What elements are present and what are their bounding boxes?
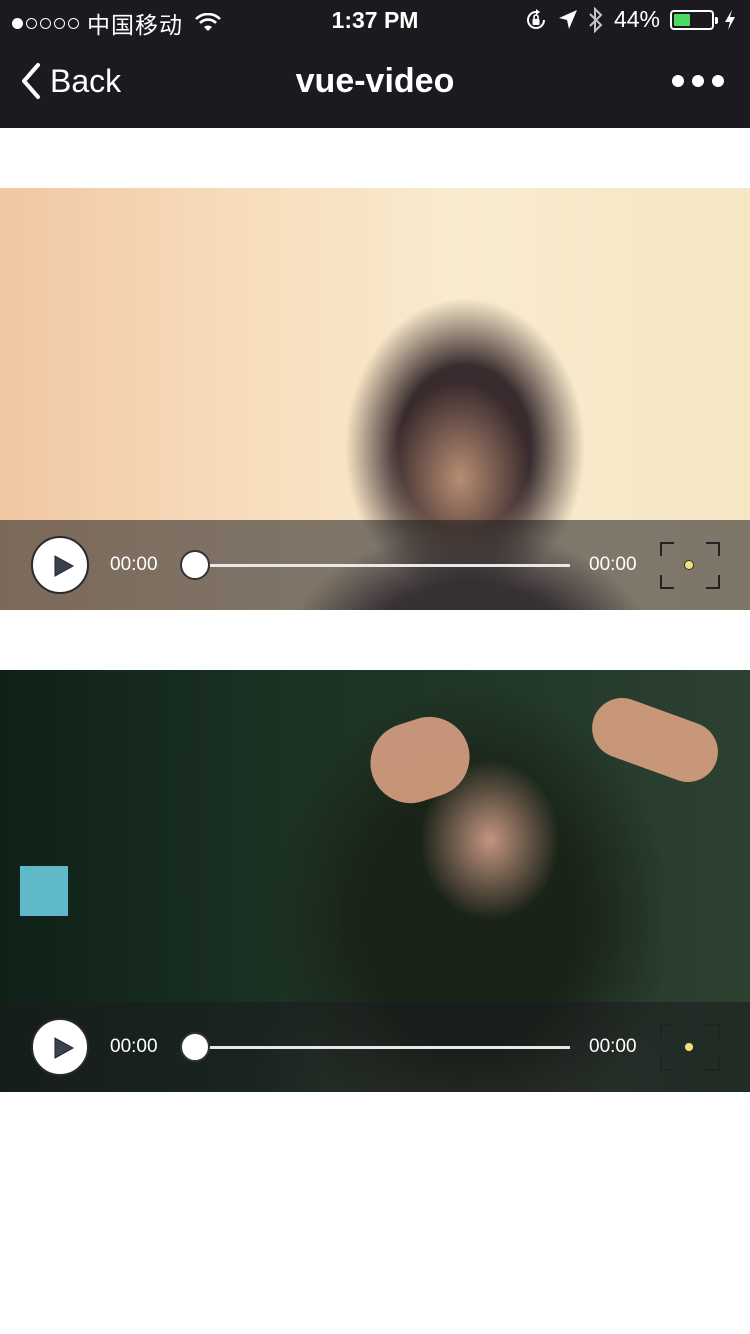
current-time: 00:00 (110, 1036, 158, 1057)
fullscreen-corner (660, 1024, 674, 1038)
bluetooth-icon (589, 6, 603, 33)
fullscreen-button[interactable] (660, 1024, 720, 1071)
navigation-bar: Back vue-video (0, 40, 750, 128)
ellipsis-dot (712, 75, 724, 87)
ellipsis-dot (692, 75, 704, 87)
page-title: vue-video (295, 62, 455, 100)
video-controls: 00:00 00:00 (0, 1002, 750, 1092)
progress-thumb[interactable] (180, 1032, 210, 1062)
location-arrow-icon (558, 9, 577, 29)
fullscreen-icon (684, 560, 694, 570)
video-player-1[interactable]: 00:00 00:00 (0, 188, 750, 610)
fullscreen-corner (706, 575, 720, 589)
video-controls: 00:00 00:00 (0, 520, 750, 610)
play-button[interactable] (31, 1018, 89, 1076)
duration: 00:00 (589, 554, 637, 575)
battery-percent: 44% (613, 6, 660, 32)
top-bar: 中国移动 1:37 PM 44% Back vue-video (0, 0, 750, 128)
fullscreen-button[interactable] (660, 542, 720, 589)
video-player-2[interactable]: 00:00 00:00 (0, 670, 750, 1092)
battery-icon (670, 9, 718, 30)
background-screen (20, 866, 68, 916)
fullscreen-corner (660, 1057, 674, 1071)
fullscreen-corner (660, 575, 674, 589)
orientation-lock-icon (526, 8, 545, 29)
progress-track[interactable] (195, 564, 570, 567)
progress-track[interactable] (195, 1046, 570, 1049)
play-icon (54, 1037, 75, 1059)
fullscreen-corner (706, 542, 720, 556)
status-bar: 中国移动 1:37 PM 44% (0, 0, 750, 40)
more-button[interactable] (672, 75, 724, 87)
fullscreen-corner (706, 1024, 720, 1038)
ellipsis-dot (672, 75, 684, 87)
duration: 00:00 (589, 1036, 637, 1057)
current-time: 00:00 (110, 554, 158, 575)
charging-bolt-icon (725, 9, 735, 30)
fullscreen-corner (706, 1057, 720, 1071)
status-right: 44% (524, 6, 736, 33)
battery-level-fill (674, 13, 690, 26)
progress-thumb[interactable] (180, 550, 210, 580)
play-button[interactable] (31, 536, 89, 594)
fullscreen-icon (684, 1042, 694, 1052)
battery-nub (715, 16, 718, 24)
fullscreen-corner (660, 542, 674, 556)
play-icon (54, 555, 75, 577)
